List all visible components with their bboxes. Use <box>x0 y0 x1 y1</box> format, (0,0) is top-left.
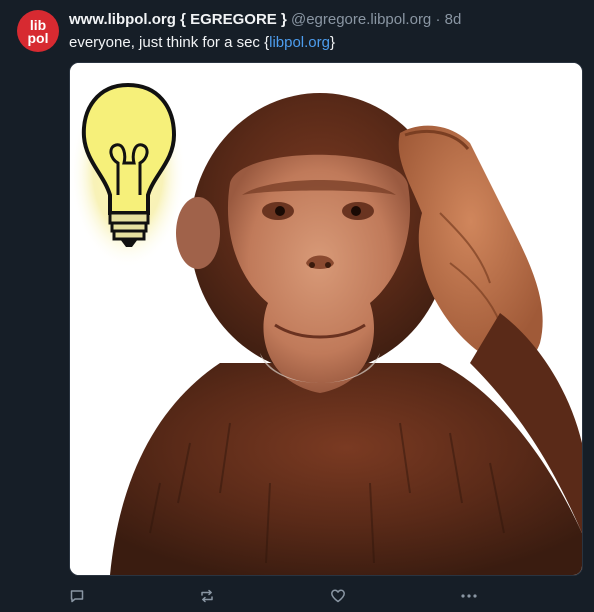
like-button[interactable] <box>328 585 348 607</box>
post-text: everyone, just think for a sec {libpol.o… <box>69 34 335 52</box>
speech-bubble-icon <box>70 590 84 603</box>
more-options-button[interactable] <box>458 585 480 607</box>
post-text-suffix: } <box>329 34 335 51</box>
post-text-prefix: everyone, just think for a sec { <box>69 34 270 51</box>
heart-icon <box>331 589 345 603</box>
libpol-logo-icon: lib pol <box>28 17 49 46</box>
post-actions <box>69 585 583 607</box>
repost-button[interactable] <box>197 585 217 607</box>
separator-dot: · <box>435 11 441 28</box>
avatar-logo-bottom: pol <box>28 30 49 46</box>
chimp-thinking-lightbulb-image <box>70 63 582 575</box>
avatar[interactable]: lib pol <box>17 10 59 52</box>
author-display-name[interactable]: www.libpol.org { EGREGORE } <box>69 11 287 28</box>
post-image[interactable] <box>69 62 583 576</box>
ellipsis-icon <box>461 594 477 598</box>
author-handle[interactable]: @egregore.libpol.org <box>291 11 431 28</box>
post-age[interactable]: 8d <box>445 11 462 28</box>
reply-button[interactable] <box>67 585 87 607</box>
repost-icon <box>201 589 213 603</box>
post[interactable]: lib pol www.libpol.org { EGREGORE } @egr… <box>0 0 594 612</box>
post-link[interactable]: libpol.org <box>269 34 330 51</box>
post-header: www.libpol.org { EGREGORE } @egregore.li… <box>69 11 461 29</box>
